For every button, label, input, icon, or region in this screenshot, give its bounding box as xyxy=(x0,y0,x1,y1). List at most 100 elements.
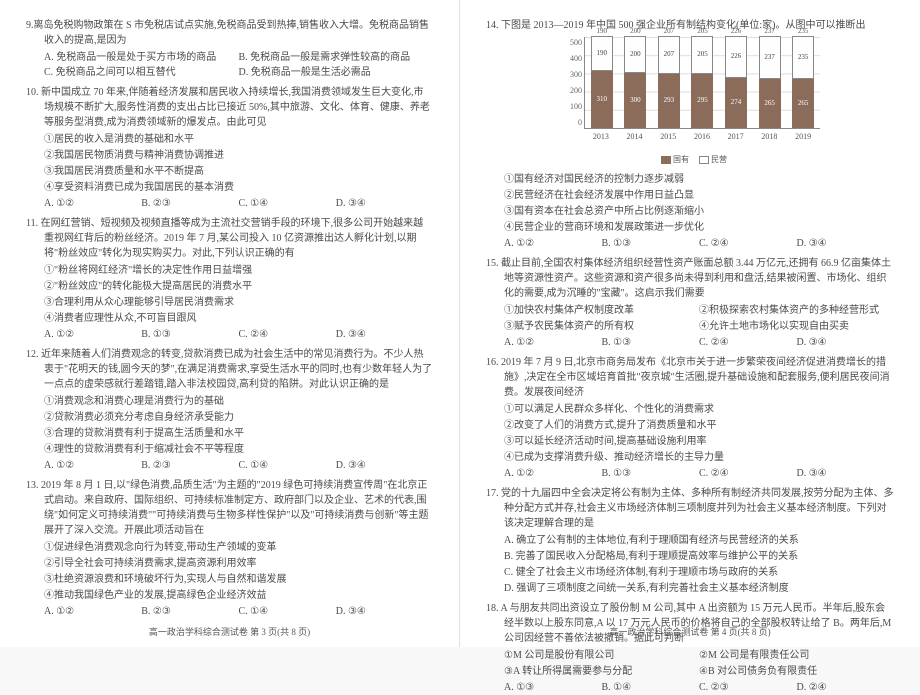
option-grid: A. ①② B. ①③ C. ②④ D. ③④ xyxy=(486,466,894,481)
option-a: A. ①② xyxy=(44,196,141,211)
option-a: A. ①② xyxy=(504,466,602,481)
option-d: D. ③④ xyxy=(797,236,895,251)
statement: ③合理利用从众心理能够引导居民消费需求 xyxy=(44,295,433,310)
statement: ③我国居民消费质量和水平不断提高 xyxy=(44,164,433,179)
statement-list: ①M 公司是股份有限公司 ②M 公司是有限责任公司 ③A 转让所得属需要参与分配… xyxy=(486,648,894,680)
option-b: B. ②③ xyxy=(141,604,238,619)
segment-state: 295 xyxy=(691,74,713,128)
option-a: A. 免税商品一般是处于买方市场的商品 xyxy=(44,50,239,65)
statement: ①居民的收入是消费的基础和水平 xyxy=(44,132,433,147)
segment-state: 265 xyxy=(792,79,814,128)
legend-swatch-private xyxy=(699,156,709,164)
option-c: C. ②④ xyxy=(699,236,797,251)
segment-state: 310 xyxy=(591,71,613,128)
option-grid: A. 免税商品一般是处于买方市场的商品 B. 免税商品一般是需求弹性较高的商品 … xyxy=(26,50,433,80)
segment-private: 207 xyxy=(658,36,680,74)
segment-private: 205 xyxy=(691,36,713,74)
y-tick: 0 xyxy=(560,117,582,129)
statement: ①消费观念和消费心理是消费行为的基础 xyxy=(44,394,433,409)
option-a: A. ①② xyxy=(504,236,602,251)
option-grid: A. ①② B. ②③ C. ①④ D. ③④ xyxy=(26,604,433,619)
question-text: 11. 在网红营销、短视频及视频直播等成为主流社交营销手段的环境下,很多公司开始… xyxy=(26,216,433,261)
x-tick: 2019 xyxy=(795,131,811,143)
statement: ②积极探索农村集体资产的多种经营形式 xyxy=(699,303,894,318)
question-text: 12. 近年来随着人们消费观念的转变,贷款消费已成为社会生活中的常见消费行为。不… xyxy=(26,347,433,392)
option-d: D. ③④ xyxy=(336,604,433,619)
bar-2014: 200300200 xyxy=(624,36,646,128)
page-footer: 高一政治学科综合测试卷 第 3 页(共 8 页) xyxy=(26,626,433,640)
option-d: D. ②④ xyxy=(797,680,895,695)
bar-total-label: 237 xyxy=(759,26,781,37)
statement: ②贷款消费必须充分考虑自身经济承受能力 xyxy=(44,410,433,425)
question-text: 14. 下图是 2013—2019 年中国 500 强企业所有制结构变化(单位:… xyxy=(486,18,894,33)
option-c: C. 免税商品之间可以相互替代 xyxy=(44,65,239,80)
question-text: 10. 新中国成立 70 年来,伴随着经济发展和居民收入持续增长,我国消费领域发… xyxy=(26,85,433,130)
option-b: B. ①③ xyxy=(141,327,238,342)
statement-list: ①加快农村集体产权制度改革 ②积极探索农村集体资产的多种经营形式 ③赋予农民集体… xyxy=(486,303,894,335)
bar-2018: 237265237 xyxy=(759,36,781,128)
bar-2017: 226274226 xyxy=(725,36,747,128)
bar-total-label: 207 xyxy=(658,26,680,37)
option-d: D. ③④ xyxy=(336,458,433,473)
statement: ②我国居民物质消费与精神消费协调推进 xyxy=(44,148,433,163)
segment-state: 265 xyxy=(759,79,781,128)
bar-2015: 207293207 xyxy=(658,36,680,128)
option-grid: A. ①③ B. ①④ C. ②③ D. ②④ xyxy=(486,680,894,695)
statement: ③杜绝资源浪费和环境破坏行为,实现人与自然和谐发展 xyxy=(44,572,433,587)
option-grid: A. ①② B. ②③ C. ①④ D. ③④ xyxy=(26,458,433,473)
segment-state: 274 xyxy=(725,78,747,128)
y-tick: 400 xyxy=(560,53,582,65)
question-16: 16. 2019 年 7 月 9 日,北京市商务局发布《北京市关于进一步繁荣夜间… xyxy=(486,355,894,481)
option-b: B. ①③ xyxy=(602,466,700,481)
option-b: B. ①④ xyxy=(602,680,700,695)
option-b: B. ②③ xyxy=(141,458,238,473)
question-text: 17. 党的十九届四中全会决定将公有制为主体、多种所有制经济共同发展,按劳分配为… xyxy=(486,486,894,531)
statement-list: ①居民的收入是消费的基础和水平 ②我国居民物质消费与精神消费协调推进 ③我国居民… xyxy=(26,132,433,195)
question-17: 17. 党的十九届四中全会决定将公有制为主体、多种所有制经济共同发展,按劳分配为… xyxy=(486,486,894,596)
option-c: C. ①④ xyxy=(239,604,336,619)
question-text: 13. 2019 年 8 月 1 日,以"绿色消费,品质生活"为主题的"2019… xyxy=(26,478,433,538)
statement: ④B 对公司债务负有限责任 xyxy=(699,664,894,679)
option-grid: A. ①② B. ①③ C. ②④ D. ③④ xyxy=(486,236,894,251)
x-tick: 2015 xyxy=(660,131,676,143)
statement-list: ①"粉丝将网红经济"增长的决定性作用日益增强 ②"粉丝效应"的转化能极大提高居民… xyxy=(26,263,433,326)
option-c: C. ②④ xyxy=(239,327,336,342)
y-axis: 500 400 300 200 100 0 xyxy=(560,37,582,129)
statement: ③赋予农民集体资产的所有权 xyxy=(504,319,699,334)
statement: ③A 转让所得属需要参与分配 xyxy=(504,664,699,679)
statement: ①"粉丝将网红经济"增长的决定性作用日益增强 xyxy=(44,263,433,278)
option-d: D. ③④ xyxy=(797,466,895,481)
statement: ④允许土地市场化以实现自由买卖 xyxy=(699,319,894,334)
option-a: A. ①② xyxy=(44,458,141,473)
option-d: D. ③④ xyxy=(797,335,895,350)
y-tick: 500 xyxy=(560,37,582,49)
question-text: 16. 2019 年 7 月 9 日,北京市商务局发布《北京市关于进一步繁荣夜间… xyxy=(486,355,894,400)
bar-2013: 190310190 xyxy=(591,36,613,128)
legend-label: 国有 xyxy=(673,155,689,164)
question-15: 15. 截止目前,全国农村集体经济组织经营性资产账面总额 3.44 万亿元,还拥… xyxy=(486,256,894,350)
statement: ①加快农村集体产权制度改革 xyxy=(504,303,699,318)
question-text: 15. 截止目前,全国农村集体经济组织经营性资产账面总额 3.44 万亿元,还拥… xyxy=(486,256,894,301)
x-tick: 2018 xyxy=(761,131,777,143)
y-tick: 200 xyxy=(560,85,582,97)
question-11: 11. 在网红营销、短视频及视频直播等成为主流社交营销手段的环境下,很多公司开始… xyxy=(26,216,433,342)
option-c: C. ②④ xyxy=(699,335,797,350)
bar-total-label: 190 xyxy=(591,26,613,37)
option-grid: A. ①② B. ①③ C. ②④ D. ③④ xyxy=(486,335,894,350)
bar-2019: 235265235 xyxy=(792,36,814,128)
segment-private: 200 xyxy=(624,36,646,73)
segment-private: 237 xyxy=(759,36,781,80)
option-b: B. ①③ xyxy=(602,236,700,251)
x-tick: 2016 xyxy=(694,131,710,143)
x-tick: 2017 xyxy=(728,131,744,143)
question-18: 18. A 与朋友共同出资设立了股份制 M 公司,其中 A 出资额为 15 万元… xyxy=(486,601,894,695)
legend-label: 民营 xyxy=(711,155,727,164)
option-b: B. 免税商品一般是需求弹性较高的商品 xyxy=(239,50,434,65)
option-list: A. 确立了公有制的主体地位,有利于理顺国有经济与民营经济的关系 B. 完善了国… xyxy=(486,533,894,596)
option-c: C. ①④ xyxy=(239,196,336,211)
page-footer: 高一政治学科综合测试卷 第 4 页(共 8 页) xyxy=(486,626,894,640)
stacked-bar-chart: 500 400 300 200 100 0 190310190 200300200… xyxy=(560,37,820,147)
option-a: A. ①② xyxy=(504,335,602,350)
statement: ③国有资本在社会总资产中所占比例逐渐缩小 xyxy=(504,204,894,219)
statement: ③可以延长经济活动时间,提高基础设施利用率 xyxy=(504,434,894,449)
